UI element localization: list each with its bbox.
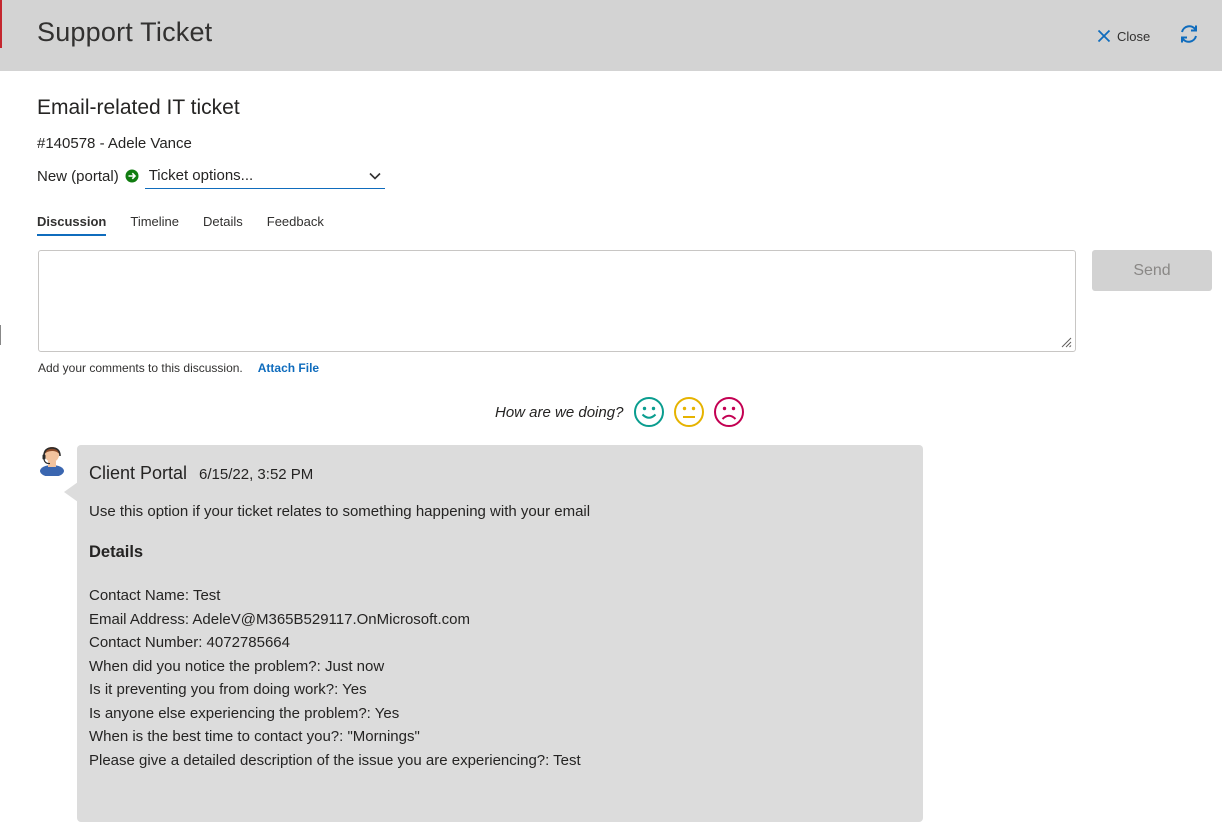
feedback-row: How are we doing? [495,396,745,428]
ticket-options-value: Ticket options... [148,167,254,184]
chevron-down-icon [369,172,381,180]
message-bubble: Client Portal 6/15/22, 3:52 PM Use this … [77,445,923,822]
tab-timeline[interactable]: Timeline [130,214,179,236]
tab-discussion[interactable]: Discussion [37,214,107,236]
detail-line: Contact Number: 4072785664 [89,634,290,651]
ticket-title: Email-related IT ticket [37,96,240,119]
support-agent-avatar [40,447,64,476]
composer-hint: Add your comments to this discussion. [38,361,243,375]
detail-line: Is it preventing you from doing work?: Y… [89,681,367,698]
close-label: Close [1117,28,1151,44]
close-icon [1097,29,1111,43]
composer-hint-row: Add your comments to this discussion. At… [38,361,319,375]
header-bar: Support Ticket Close [0,0,1222,71]
attach-file-link[interactable]: Attach File [258,361,319,375]
tab-details[interactable]: Details [203,214,243,236]
detail-line: When did you notice the problem?: Just n… [89,657,385,675]
ticket-options-dropdown[interactable]: Ticket options... [144,163,385,189]
message-timestamp: 6/15/22, 3:52 PM [199,466,314,483]
neutral-face-icon[interactable] [673,396,705,428]
message-bubble-tail [64,482,78,502]
ticket-number-and-contact: #140578 - Adele Vance [37,135,192,152]
left-edge-divider [0,325,1,345]
sad-face-icon[interactable] [713,396,745,428]
ticket-tabs: Discussion Timeline Details Feedback [37,214,324,236]
resize-grip-icon[interactable] [1060,336,1072,348]
refresh-icon[interactable] [1178,23,1200,45]
tab-feedback[interactable]: Feedback [267,214,324,236]
message-author: Client Portal [89,463,188,483]
ticket-status-row: New (portal) Ticket options... [37,162,385,190]
send-button[interactable]: Send [1092,250,1212,291]
detail-line: Email Address: AdeleV@M365B529117.OnMicr… [89,610,470,628]
detail-line: When is the best time to contact you?: "… [89,728,420,745]
message-section-title: Details [89,542,144,561]
left-edge-marker [0,0,2,48]
message-body: Use this option if your ticket relates t… [89,500,911,772]
detail-line: Is anyone else experiencing the problem?… [89,704,400,722]
detail-line: Contact Name: Test [89,587,221,604]
ticket-status: New (portal) [37,167,119,185]
close-button[interactable]: Close [1097,26,1150,46]
happy-face-icon[interactable] [633,396,665,428]
status-arrow-icon [125,169,139,183]
detail-line: Please give a detailed description of th… [89,751,581,769]
message-intro: Use this option if your ticket relates t… [89,503,591,520]
feedback-question: How are we doing? [495,403,624,421]
comment-input[interactable] [38,250,1076,352]
message-header: Client Portal 6/15/22, 3:52 PM [89,463,911,484]
support-ticket-page: Support Ticket Close Email-related IT ti… [0,0,1222,837]
page-title: Support Ticket [37,17,213,47]
